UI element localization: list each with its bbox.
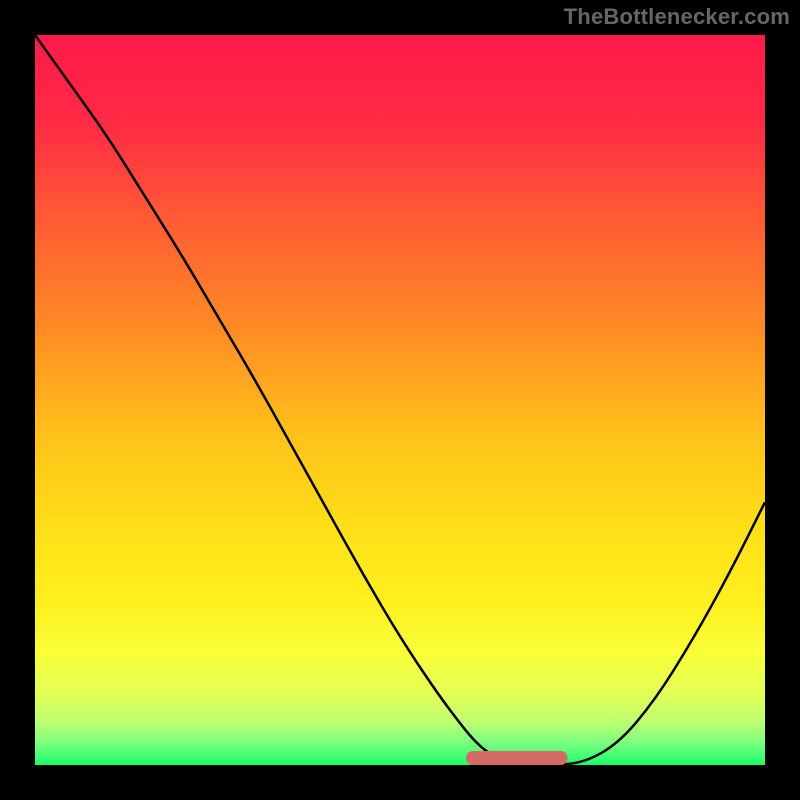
chart-plot	[35, 35, 765, 765]
chart-background	[35, 35, 765, 765]
stage: TheBottlenecker.com	[0, 0, 800, 800]
attribution-text: TheBottlenecker.com	[564, 4, 790, 30]
chart-svg	[35, 35, 765, 765]
